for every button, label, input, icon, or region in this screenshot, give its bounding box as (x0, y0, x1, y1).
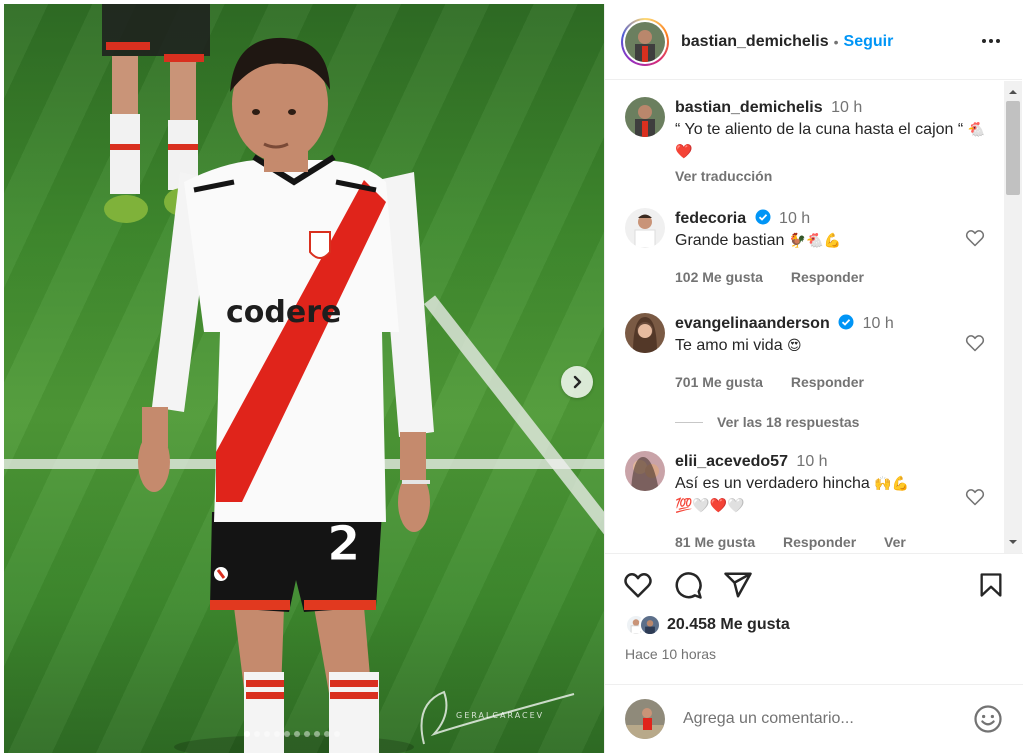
comment-text: Así es un verdadero hincha 🙌💪 (675, 473, 995, 495)
comment-meta: 81 Me gusta Responder Ver traducción (675, 531, 995, 553)
comment-username[interactable]: evangelinaanderson (675, 315, 830, 332)
post-timestamp[interactable]: Hace 10 horas (625, 646, 716, 662)
comment-avatar[interactable] (625, 451, 665, 491)
watermark-text: GERALCARACEV (456, 711, 544, 720)
shirt-number: 2 (327, 516, 360, 572)
reply-button[interactable]: Responder (791, 269, 864, 285)
replies-divider (675, 421, 703, 423)
add-comment-bar: Agrega un comentario... (605, 684, 1023, 753)
heart-icon[interactable] (965, 333, 985, 353)
share-icon[interactable] (723, 570, 753, 600)
carousel-dot (314, 731, 320, 737)
comment-username[interactable]: elii_acevedo57 (675, 453, 788, 470)
player-figure: 2 codere (138, 37, 434, 753)
carousel-dot (304, 731, 310, 737)
comment-time[interactable]: 10 h (863, 315, 894, 332)
comment-item: evangelinaanderson 10 h Te amo mi vida 😍… (625, 313, 995, 393)
comment-username[interactable]: fedecoria (675, 210, 746, 227)
follow-button[interactable]: Seguir (844, 33, 894, 51)
comment-meta: 701 Me gusta Responder (675, 371, 995, 393)
comment-emojis: 🐓🐔💪 (788, 233, 842, 249)
caption-translate-link[interactable]: Ver traducción (675, 165, 995, 187)
comment-text: Te amo mi vida 😍 (675, 335, 995, 357)
caption-text-content: “ Yo te aliento de la cuna hasta el cajo… (675, 121, 964, 138)
post-actions: 20.458 Me gusta Hace 10 horas (605, 553, 1023, 683)
verified-icon (838, 314, 854, 330)
caption: bastian_demichelis 10 h “ Yo te aliento … (625, 97, 995, 187)
comment-avatar[interactable] (625, 313, 665, 353)
comment-meta: 102 Me gusta Responder (675, 266, 995, 288)
comment-emojis: 😍 (787, 338, 802, 354)
likes-count[interactable]: 20.458 Me gusta (667, 616, 790, 634)
comment-item: fedecoria 10 h Grande bastian 🐓🐔💪 102 Me… (625, 208, 995, 288)
carousel-dot (324, 731, 330, 737)
bookmark-icon[interactable] (977, 570, 1005, 600)
carousel-indicator (244, 731, 340, 737)
caption-username[interactable]: bastian_demichelis (675, 99, 823, 116)
carousel-dot (284, 731, 290, 737)
comment-text-content: Así es un verdadero hincha (675, 475, 870, 492)
carousel-dot (244, 731, 250, 737)
scrollbar-thumb[interactable] (1006, 101, 1020, 195)
carousel-dot (264, 731, 270, 737)
comment-time[interactable]: 10 h (796, 453, 827, 470)
caption-text: “ Yo te aliento de la cuna hasta el cajo… (675, 119, 995, 163)
heart-icon[interactable] (965, 228, 985, 248)
story-ring[interactable] (621, 17, 669, 66)
comment-text: Grande bastian 🐓🐔💪 (675, 230, 995, 252)
comment-avatar[interactable] (625, 208, 665, 248)
comments-scrollbar[interactable] (1004, 81, 1022, 553)
comment-input[interactable]: Agrega un comentario... (683, 710, 973, 728)
header-username[interactable]: bastian_demichelis (681, 33, 829, 51)
comment-likes[interactable]: 81 Me gusta (675, 534, 755, 550)
caption-avatar[interactable] (625, 97, 665, 137)
scroll-down-icon[interactable] (1008, 537, 1018, 547)
reply-button[interactable]: Responder (783, 534, 856, 550)
avatar (625, 21, 665, 62)
carousel-dot (334, 731, 340, 737)
comments-list[interactable]: bastian_demichelis 10 h “ Yo te aliento … (605, 81, 1003, 553)
heart-icon[interactable] (965, 487, 985, 507)
comment-time[interactable]: 10 h (779, 210, 810, 227)
comment-icon[interactable] (673, 570, 703, 600)
caption-time[interactable]: 10 h (831, 99, 862, 116)
current-user-avatar (625, 699, 665, 739)
chevron-right-icon (573, 375, 582, 389)
comment-emojis-line2: 💯🤍❤️🤍 (675, 498, 745, 514)
comment-text-content: Te amo mi vida (675, 337, 783, 354)
watermark: GERALCARACEV (420, 690, 575, 745)
liker-avatar (639, 614, 661, 636)
carousel-dot (294, 731, 300, 737)
heart-icon[interactable] (623, 570, 653, 600)
comment-likes[interactable]: 102 Me gusta (675, 269, 763, 285)
post-header: bastian_demichelis • Seguir (605, 4, 1022, 80)
post-photo[interactable]: 2 codere GERALCARACEV (4, 4, 604, 753)
scroll-up-icon[interactable] (1008, 87, 1018, 97)
separator-dot: • (833, 33, 839, 50)
likes-summary[interactable]: 20.458 Me gusta (625, 614, 790, 636)
view-replies-button[interactable]: Ver las 18 respuestas (675, 414, 859, 430)
more-icon[interactable] (980, 30, 1002, 52)
smiley-icon[interactable] (973, 704, 1003, 734)
comment-emojis: 🙌💪 (874, 476, 910, 492)
view-replies-label: Ver las 18 respuestas (717, 414, 860, 430)
carousel-dot (254, 731, 260, 737)
jersey-sponsor: codere (226, 295, 341, 330)
comment-item: elii_acevedo57 10 h Así es un verdadero … (625, 451, 995, 553)
comment-text-content: Grande bastian (675, 232, 785, 249)
reply-button[interactable]: Responder (791, 374, 864, 390)
comment-likes[interactable]: 701 Me gusta (675, 374, 763, 390)
verified-icon (755, 209, 771, 225)
next-image-button[interactable] (561, 366, 593, 398)
post-sidebar: bastian_demichelis • Seguir bastian_demi… (604, 4, 1023, 753)
carousel-dot (274, 731, 280, 737)
